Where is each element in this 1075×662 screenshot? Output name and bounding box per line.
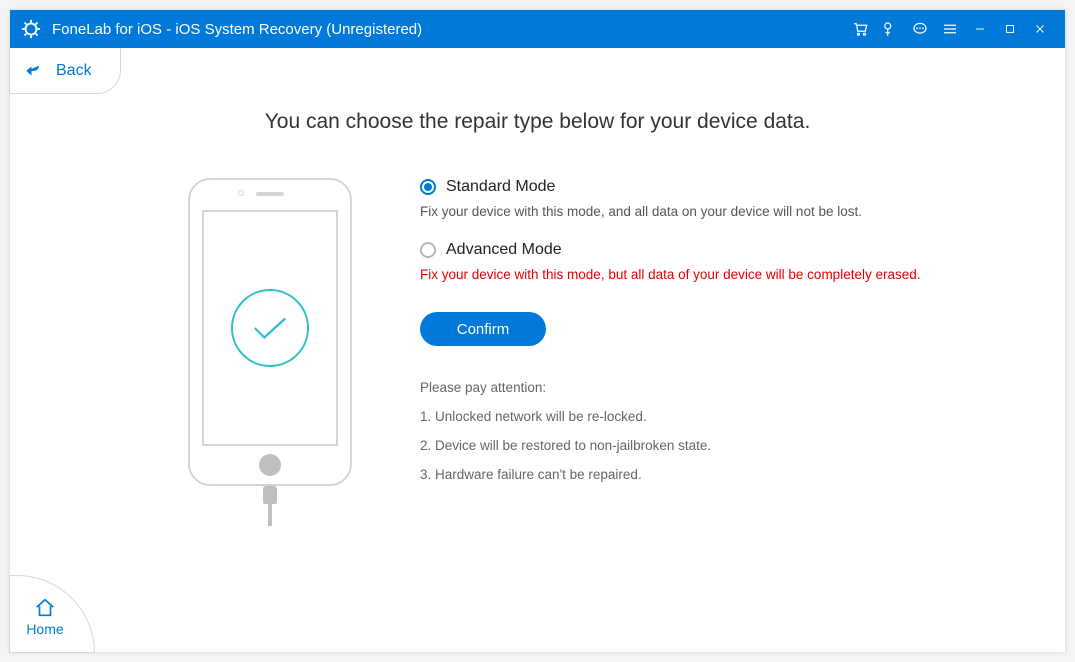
close-button[interactable] <box>1026 15 1054 43</box>
advanced-mode-label: Advanced Mode <box>446 241 562 259</box>
home-icon <box>34 597 56 619</box>
phone-icon <box>188 178 352 486</box>
cart-icon[interactable] <box>846 15 874 43</box>
standard-mode-desc: Fix your device with this mode, and all … <box>420 204 985 219</box>
standard-mode-radio[interactable]: Standard Mode <box>420 178 985 196</box>
maximize-button[interactable] <box>996 15 1024 43</box>
back-label: Back <box>56 62 92 80</box>
radio-unselected-icon <box>420 242 436 258</box>
attention-item: 1. Unlocked network will be re-locked. <box>420 409 985 424</box>
back-arrow-icon <box>24 64 42 78</box>
home-label: Home <box>26 621 63 637</box>
cable-icon <box>263 486 277 526</box>
titlebar: FoneLab for iOS - iOS System Recovery (U… <box>10 10 1065 48</box>
confirm-button[interactable]: Confirm <box>420 312 546 346</box>
checkmark-icon <box>231 289 309 367</box>
app-logo-icon <box>20 18 42 40</box>
advanced-mode-radio[interactable]: Advanced Mode <box>420 241 985 259</box>
radio-selected-icon <box>420 179 436 195</box>
app-title: FoneLab for iOS - iOS System Recovery (U… <box>52 21 422 38</box>
menu-icon[interactable] <box>936 15 964 43</box>
attention-block: Please pay attention: 1. Unlocked networ… <box>420 380 985 482</box>
device-illustration <box>160 178 380 526</box>
attention-item: 3. Hardware failure can't be repaired. <box>420 467 985 482</box>
back-button[interactable]: Back <box>9 48 121 94</box>
main-content: You can choose the repair type below for… <box>10 48 1065 652</box>
advanced-mode-desc: Fix your device with this mode, but all … <box>420 267 985 282</box>
feedback-icon[interactable] <box>906 15 934 43</box>
attention-title: Please pay attention: <box>420 380 985 395</box>
key-icon[interactable] <box>876 15 904 43</box>
attention-item: 2. Device will be restored to non-jailbr… <box>420 438 985 453</box>
page-heading: You can choose the repair type below for… <box>10 110 1065 134</box>
standard-mode-label: Standard Mode <box>446 178 555 196</box>
minimize-button[interactable] <box>966 15 994 43</box>
